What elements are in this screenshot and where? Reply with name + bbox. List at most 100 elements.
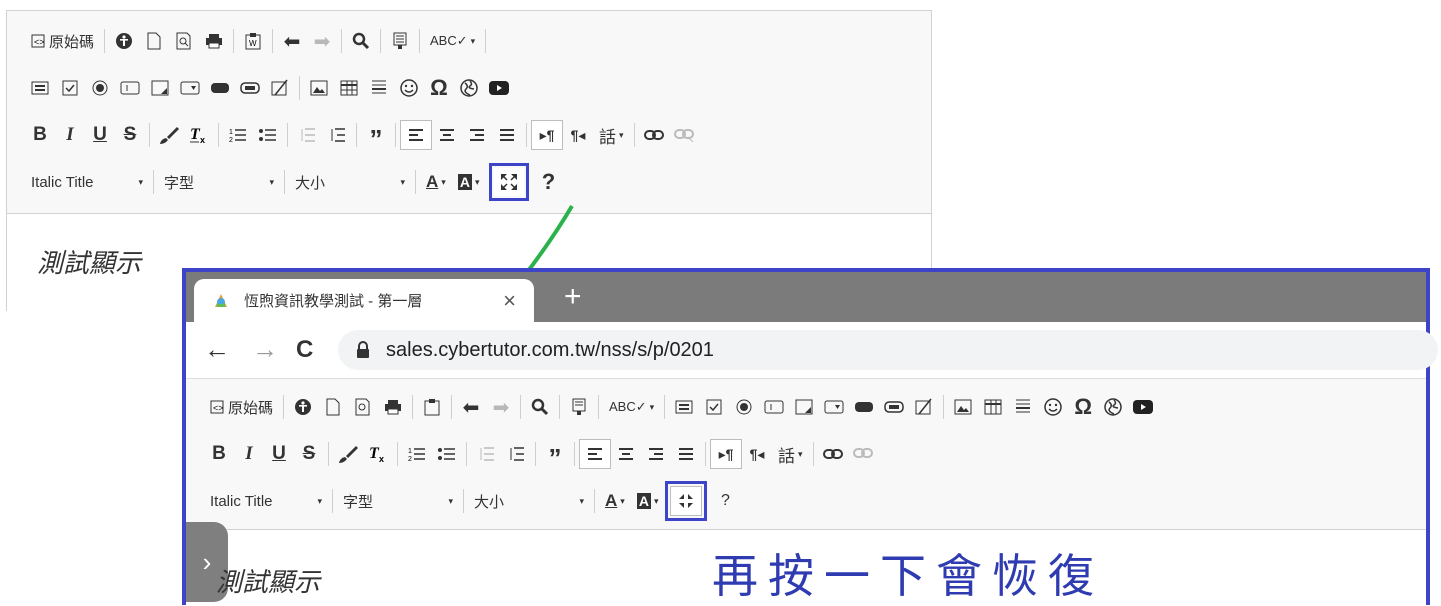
browser-tab[interactable]: 恆煦資訊教學測試 - 第一層 × bbox=[194, 279, 534, 322]
imagebutton-button[interactable] bbox=[879, 393, 909, 421]
numbered-list-button[interactable]: 12 bbox=[223, 121, 253, 149]
copy-format-button[interactable] bbox=[154, 121, 184, 149]
underline-button[interactable]: U bbox=[264, 440, 294, 468]
help-button[interactable]: ? bbox=[533, 168, 563, 196]
language-button[interactable]: 話 ▾ bbox=[772, 440, 809, 468]
form-button[interactable] bbox=[25, 74, 55, 102]
unlink-button[interactable] bbox=[848, 440, 878, 468]
ltr-button[interactable]: ▸¶ bbox=[710, 439, 742, 469]
bulleted-list-button[interactable] bbox=[253, 121, 283, 149]
editor-content[interactable]: 測試顯示 bbox=[37, 243, 141, 280]
print-button[interactable] bbox=[199, 27, 229, 55]
button-button[interactable] bbox=[849, 393, 879, 421]
spellcheck-button[interactable]: ABC✓ ▾ bbox=[424, 27, 481, 55]
textarea-button[interactable] bbox=[145, 74, 175, 102]
special-char-button[interactable]: Ω bbox=[1068, 393, 1098, 421]
address-bar[interactable]: sales.cybertutor.com.tw/nss/s/p/0201 bbox=[338, 330, 1438, 370]
special-char-button[interactable]: Ω bbox=[424, 74, 454, 102]
forward-button[interactable]: → bbox=[252, 334, 278, 365]
radio-button[interactable] bbox=[85, 74, 115, 102]
checkbox-button[interactable] bbox=[699, 393, 729, 421]
find-replace-button[interactable] bbox=[564, 393, 594, 421]
iframe-button[interactable] bbox=[454, 74, 484, 102]
copy-format-button[interactable] bbox=[333, 440, 363, 468]
italic-button[interactable]: I bbox=[55, 121, 85, 149]
form-button[interactable] bbox=[669, 393, 699, 421]
link-button[interactable] bbox=[818, 440, 848, 468]
unlink-button[interactable] bbox=[669, 121, 699, 149]
table-button[interactable] bbox=[334, 74, 364, 102]
table-button[interactable] bbox=[978, 393, 1008, 421]
back-button[interactable]: ← bbox=[204, 334, 230, 365]
source-button[interactable]: <> 原始碼 bbox=[204, 393, 279, 421]
text-color-button[interactable]: A ▾ bbox=[599, 487, 631, 515]
outdent-button[interactable] bbox=[292, 121, 322, 149]
accessibility-button[interactable] bbox=[288, 393, 318, 421]
new-tab-button[interactable]: + bbox=[564, 280, 582, 314]
new-page-button[interactable] bbox=[318, 393, 348, 421]
language-button[interactable]: 話 ▾ bbox=[593, 121, 630, 149]
font-combo[interactable]: 字型 ▾ bbox=[158, 168, 280, 196]
ltr-button[interactable]: ▸¶ bbox=[531, 120, 563, 150]
strikethrough-button[interactable]: S bbox=[115, 121, 145, 149]
redo-button[interactable]: ➡ bbox=[307, 27, 337, 55]
align-center-button[interactable] bbox=[432, 121, 462, 149]
find-button[interactable] bbox=[346, 27, 376, 55]
align-right-button[interactable] bbox=[462, 121, 492, 149]
italic-button[interactable]: I bbox=[234, 440, 264, 468]
hiddenfield-button[interactable] bbox=[909, 393, 939, 421]
align-right-button[interactable] bbox=[641, 440, 671, 468]
horizontal-rule-button[interactable] bbox=[364, 74, 394, 102]
new-page-button[interactable] bbox=[139, 27, 169, 55]
maximize-button[interactable] bbox=[489, 163, 530, 201]
accessibility-button[interactable] bbox=[109, 27, 139, 55]
youtube-button[interactable] bbox=[1128, 393, 1158, 421]
youtube-button[interactable] bbox=[484, 74, 514, 102]
indent-button[interactable] bbox=[322, 121, 352, 149]
underline-button[interactable]: U bbox=[85, 121, 115, 149]
size-combo[interactable]: 大小 ▾ bbox=[468, 487, 590, 515]
print-button[interactable] bbox=[378, 393, 408, 421]
image-button[interactable] bbox=[304, 74, 334, 102]
redo-button[interactable]: ➡ bbox=[486, 393, 516, 421]
indent-button[interactable] bbox=[501, 440, 531, 468]
source-button[interactable]: <> 原始碼 bbox=[25, 27, 100, 55]
bulleted-list-button[interactable] bbox=[432, 440, 462, 468]
outdent-button[interactable] bbox=[471, 440, 501, 468]
editor-content[interactable]: 測試顯示 bbox=[216, 562, 320, 599]
paste-from-word-button[interactable] bbox=[417, 393, 447, 421]
align-center-button[interactable] bbox=[611, 440, 641, 468]
align-left-button[interactable] bbox=[400, 120, 432, 150]
maximize-button[interactable] bbox=[665, 481, 708, 521]
bold-button[interactable]: B bbox=[25, 121, 55, 149]
paste-from-word-button[interactable]: W bbox=[238, 27, 268, 55]
remove-format-button[interactable]: Tx bbox=[363, 440, 393, 468]
imagebutton-button[interactable] bbox=[235, 74, 265, 102]
strikethrough-button[interactable]: S bbox=[294, 440, 324, 468]
textarea-button[interactable] bbox=[789, 393, 819, 421]
select-button[interactable] bbox=[175, 74, 205, 102]
button-button[interactable] bbox=[205, 74, 235, 102]
smiley-button[interactable] bbox=[394, 74, 424, 102]
preview-button[interactable] bbox=[169, 27, 199, 55]
style-combo[interactable]: Italic Title ▾ bbox=[204, 487, 328, 515]
bg-color-button[interactable]: A ▾ bbox=[631, 487, 665, 515]
blockquote-button[interactable]: ” bbox=[361, 121, 391, 152]
align-left-button[interactable] bbox=[579, 439, 611, 469]
rtl-button[interactable]: ¶◂ bbox=[742, 440, 772, 468]
blockquote-button[interactable]: ” bbox=[540, 440, 570, 471]
horizontal-rule-button[interactable] bbox=[1008, 393, 1038, 421]
checkbox-button[interactable] bbox=[55, 74, 85, 102]
tab-close-icon[interactable]: × bbox=[503, 288, 516, 314]
spellcheck-button[interactable]: ABC✓ ▾ bbox=[603, 393, 660, 421]
preview-button[interactable] bbox=[348, 393, 378, 421]
undo-button[interactable]: ⬅ bbox=[277, 27, 307, 55]
textfield-button[interactable] bbox=[115, 74, 145, 102]
find-replace-button[interactable] bbox=[385, 27, 415, 55]
text-color-button[interactable]: A ▾ bbox=[420, 168, 452, 196]
select-button[interactable] bbox=[819, 393, 849, 421]
image-button[interactable] bbox=[948, 393, 978, 421]
justify-button[interactable] bbox=[671, 440, 701, 468]
help-button[interactable]: ? bbox=[710, 487, 740, 515]
size-combo[interactable]: 大小 ▾ bbox=[289, 168, 411, 196]
